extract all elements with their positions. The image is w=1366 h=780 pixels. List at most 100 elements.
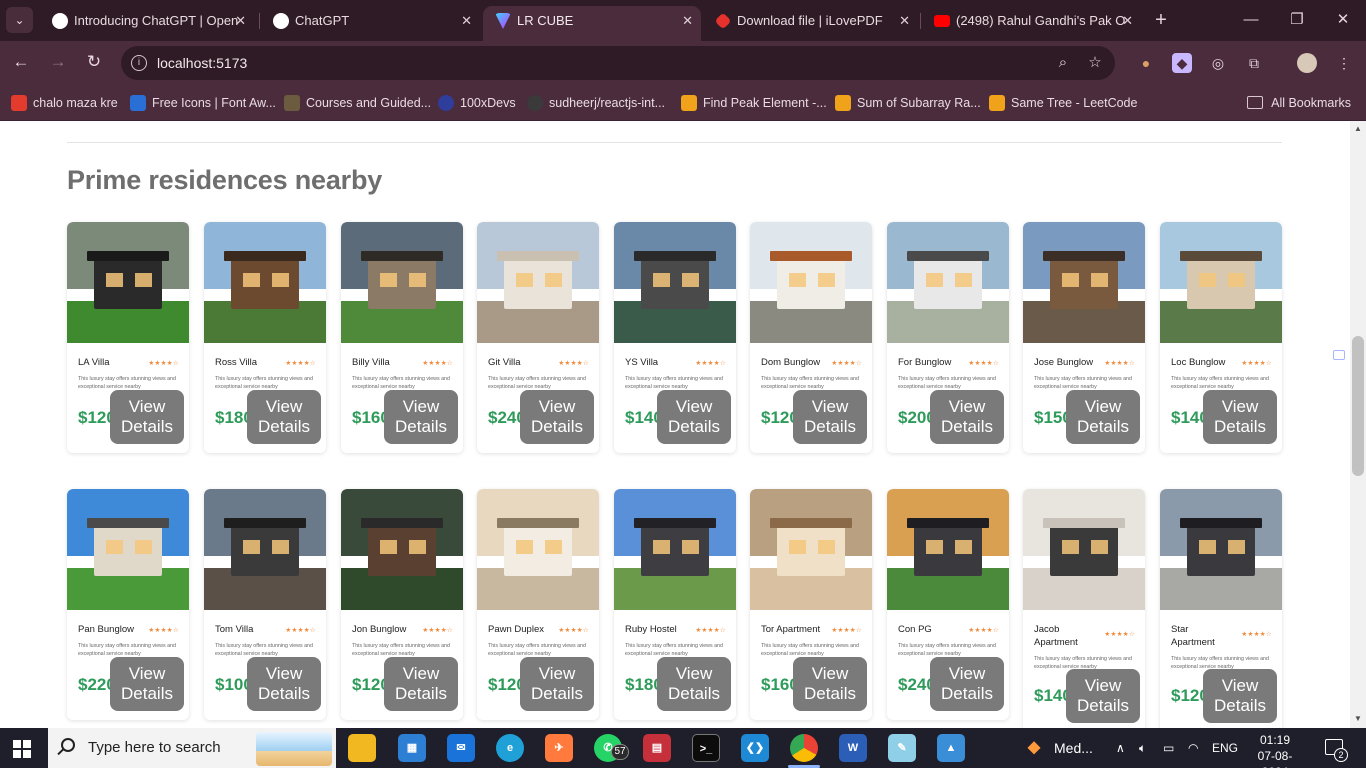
avatar[interactable] [1297, 53, 1317, 73]
battery-icon[interactable]: ▭ [1163, 728, 1174, 768]
view-details-button[interactable]: View Details [520, 657, 594, 711]
scroll-up-icon[interactable]: ▲ [1353, 124, 1363, 134]
wifi-icon[interactable]: ◠ [1188, 728, 1198, 768]
zoom-search-icon[interactable]: ⌕ [1053, 53, 1073, 73]
residence-card[interactable]: Star Apartment ★★★★☆ This luxury stay offe… [1160, 489, 1282, 728]
bookmark-courses[interactable]: Courses and Guided... [284, 93, 431, 113]
bookmark-chalo-maza-kre[interactable]: chalo maza kre [11, 93, 118, 113]
terminal-icon[interactable]: >_ [692, 734, 720, 762]
all-bookmarks[interactable]: All Bookmarks [1247, 93, 1351, 113]
close-icon[interactable]: ✕ [235, 6, 246, 36]
file-explorer-icon[interactable] [348, 734, 376, 762]
notepad-icon[interactable]: ✎ [888, 734, 916, 762]
residence-card[interactable]: Git Villa ★★★★☆ This luxury stay offers st… [477, 222, 599, 453]
residence-card[interactable]: Dom Bunglow ★★★★☆ This luxury stay offers … [750, 222, 872, 453]
view-details-button[interactable]: View Details [1066, 669, 1140, 723]
postman-icon[interactable]: ✈ [545, 734, 573, 762]
edge-icon[interactable]: e [496, 734, 524, 762]
system-clock[interactable]: 01:19 07-08-2024 [1249, 732, 1301, 780]
residence-card[interactable]: Ruby Hostel ★★★★☆ This luxury stay offers … [614, 489, 736, 720]
tab-youtube[interactable]: (2498) Rahul Gandhi's Pak O ✕ [922, 6, 1141, 36]
residence-card[interactable]: Loc Bunglow ★★★★☆ This luxury stay offers … [1160, 222, 1282, 453]
mail-icon[interactable]: ✉ [447, 734, 475, 762]
view-details-button[interactable]: View Details [793, 657, 867, 711]
language-indicator[interactable]: ENG [1212, 728, 1238, 768]
menu-dots-icon[interactable]: ⋮ [1334, 53, 1354, 73]
residence-card[interactable]: YS Villa ★★★★☆ This luxury stay offers stu… [614, 222, 736, 453]
residence-card[interactable]: Ross Villa ★★★★☆ This luxury stay offers s… [204, 222, 326, 453]
scroll-down-icon[interactable]: ▼ [1353, 714, 1363, 724]
bookmark-find-peak-element[interactable]: Find Peak Element -... [681, 93, 827, 113]
bookmark-star-icon[interactable]: ☆ [1085, 53, 1105, 73]
view-details-button[interactable]: View Details [930, 657, 1004, 711]
residence-card[interactable]: Tom Villa ★★★★☆ This luxury stay offers st… [204, 489, 326, 720]
taskbar-search[interactable]: Type here to search [48, 728, 336, 768]
residence-card[interactable]: Pan Bunglow ★★★★☆ This luxury stay offers … [67, 489, 189, 720]
volume-icon[interactable]: 🔈︎ [1139, 728, 1146, 768]
weather-icon[interactable]: ◆ [1020, 734, 1048, 762]
view-details-button[interactable]: View Details [1066, 390, 1140, 444]
tab-ilovepdf[interactable]: Download file | iLovePDF ✕ [703, 6, 918, 36]
view-details-button[interactable]: View Details [930, 390, 1004, 444]
tab-lr-cube[interactable]: LR CUBE ✕ [483, 6, 701, 41]
site-info-icon[interactable]: i [131, 55, 147, 71]
scrollbar-thumb[interactable] [1352, 336, 1364, 476]
residence-card[interactable]: Con PG ★★★★☆ This luxury stay offers stunn… [887, 489, 1009, 720]
reload-icon[interactable]: ↻ [82, 50, 106, 74]
new-tab-icon[interactable]: + [1150, 9, 1172, 31]
winrar-icon[interactable]: ▤ [643, 734, 671, 762]
view-details-button[interactable]: View Details [247, 390, 321, 444]
record-extension-icon[interactable]: ◎ [1208, 53, 1228, 73]
bookmark-font-awesome[interactable]: Free Icons | Font Aw... [130, 93, 276, 113]
minimize-icon[interactable]: — [1228, 8, 1274, 32]
view-details-button[interactable]: View Details [384, 390, 458, 444]
residence-card[interactable]: For Bunglow ★★★★☆ This luxury stay offers … [887, 222, 1009, 453]
view-details-button[interactable]: View Details [793, 390, 867, 444]
view-details-button[interactable]: View Details [1203, 390, 1277, 444]
windows-start-icon[interactable] [13, 740, 31, 758]
extension-icon[interactable]: ◆ [1172, 53, 1192, 73]
photos-icon[interactable]: ▲ [937, 734, 965, 762]
view-details-button[interactable]: View Details [110, 657, 184, 711]
microsoft-store-icon[interactable]: ▦ [398, 734, 426, 762]
residence-card[interactable]: Pawn Duplex ★★★★☆ This luxury stay offers … [477, 489, 599, 720]
tab-search-chevron-icon[interactable]: ⌄ [6, 7, 33, 33]
view-details-button[interactable]: View Details [110, 390, 184, 444]
close-icon[interactable]: ✕ [1122, 6, 1133, 36]
residence-card[interactable]: Billy Villa ★★★★☆ This luxury stay offers … [341, 222, 463, 453]
view-details-button[interactable]: View Details [520, 390, 594, 444]
view-details-button[interactable]: View Details [657, 657, 731, 711]
close-window-icon[interactable]: ✕ [1320, 8, 1366, 32]
residence-card[interactable]: LA Villa ★★★★☆ This luxury stay offers stu… [67, 222, 189, 453]
puzzle-extensions-icon[interactable]: ⧉ [1244, 53, 1264, 73]
tray-chevron-icon[interactable]: ∧ [1116, 728, 1125, 768]
cookie-extension-icon[interactable]: ● [1136, 53, 1156, 73]
bookmark-sum-of-subarray[interactable]: Sum of Subarray Ra... [835, 93, 981, 113]
bookmark-github-sudheerj[interactable]: sudheerj/reactjs-int... [527, 93, 665, 113]
close-icon[interactable]: ✕ [682, 6, 693, 36]
mail-extension-icon[interactable] [1333, 350, 1345, 360]
residence-card[interactable]: Jacob Apartment ★★★★☆ This luxury stay off… [1023, 489, 1145, 728]
tab-chatgpt[interactable]: ChatGPT ✕ [261, 6, 480, 36]
weather-text[interactable]: Med... [1054, 728, 1093, 768]
tab-introducing-chatgpt[interactable]: Introducing ChatGPT | Open ✕ [40, 6, 254, 36]
forward-arrow-icon[interactable]: → [46, 50, 70, 74]
residence-card[interactable]: Jon Bunglow ★★★★☆ This luxury stay offers … [341, 489, 463, 720]
residence-card[interactable]: Jose Bunglow ★★★★☆ This luxury stay offers… [1023, 222, 1145, 453]
bookmark-100xdevs[interactable]: 100xDevs [438, 93, 516, 113]
address-bar[interactable]: i localhost:5173 ⌕ ☆ [121, 46, 1115, 80]
url-text[interactable]: localhost:5173 [157, 46, 247, 80]
word-icon[interactable]: W [839, 734, 867, 762]
close-icon[interactable]: ✕ [461, 6, 472, 36]
view-details-button[interactable]: View Details [247, 657, 321, 711]
back-arrow-icon[interactable]: ← [9, 50, 33, 74]
restore-icon[interactable]: ❐ [1274, 8, 1320, 32]
chrome-icon[interactable] [790, 734, 818, 762]
bookmark-same-tree[interactable]: Same Tree - LeetCode [989, 93, 1137, 113]
vscode-icon[interactable]: ❮❯ [741, 734, 769, 762]
view-details-button[interactable]: View Details [657, 390, 731, 444]
close-icon[interactable]: ✕ [899, 6, 910, 36]
view-details-button[interactable]: View Details [384, 657, 458, 711]
residence-card[interactable]: Tor Apartment ★★★★☆ This luxury stay offer… [750, 489, 872, 720]
view-details-button[interactable]: View Details [1203, 669, 1277, 723]
